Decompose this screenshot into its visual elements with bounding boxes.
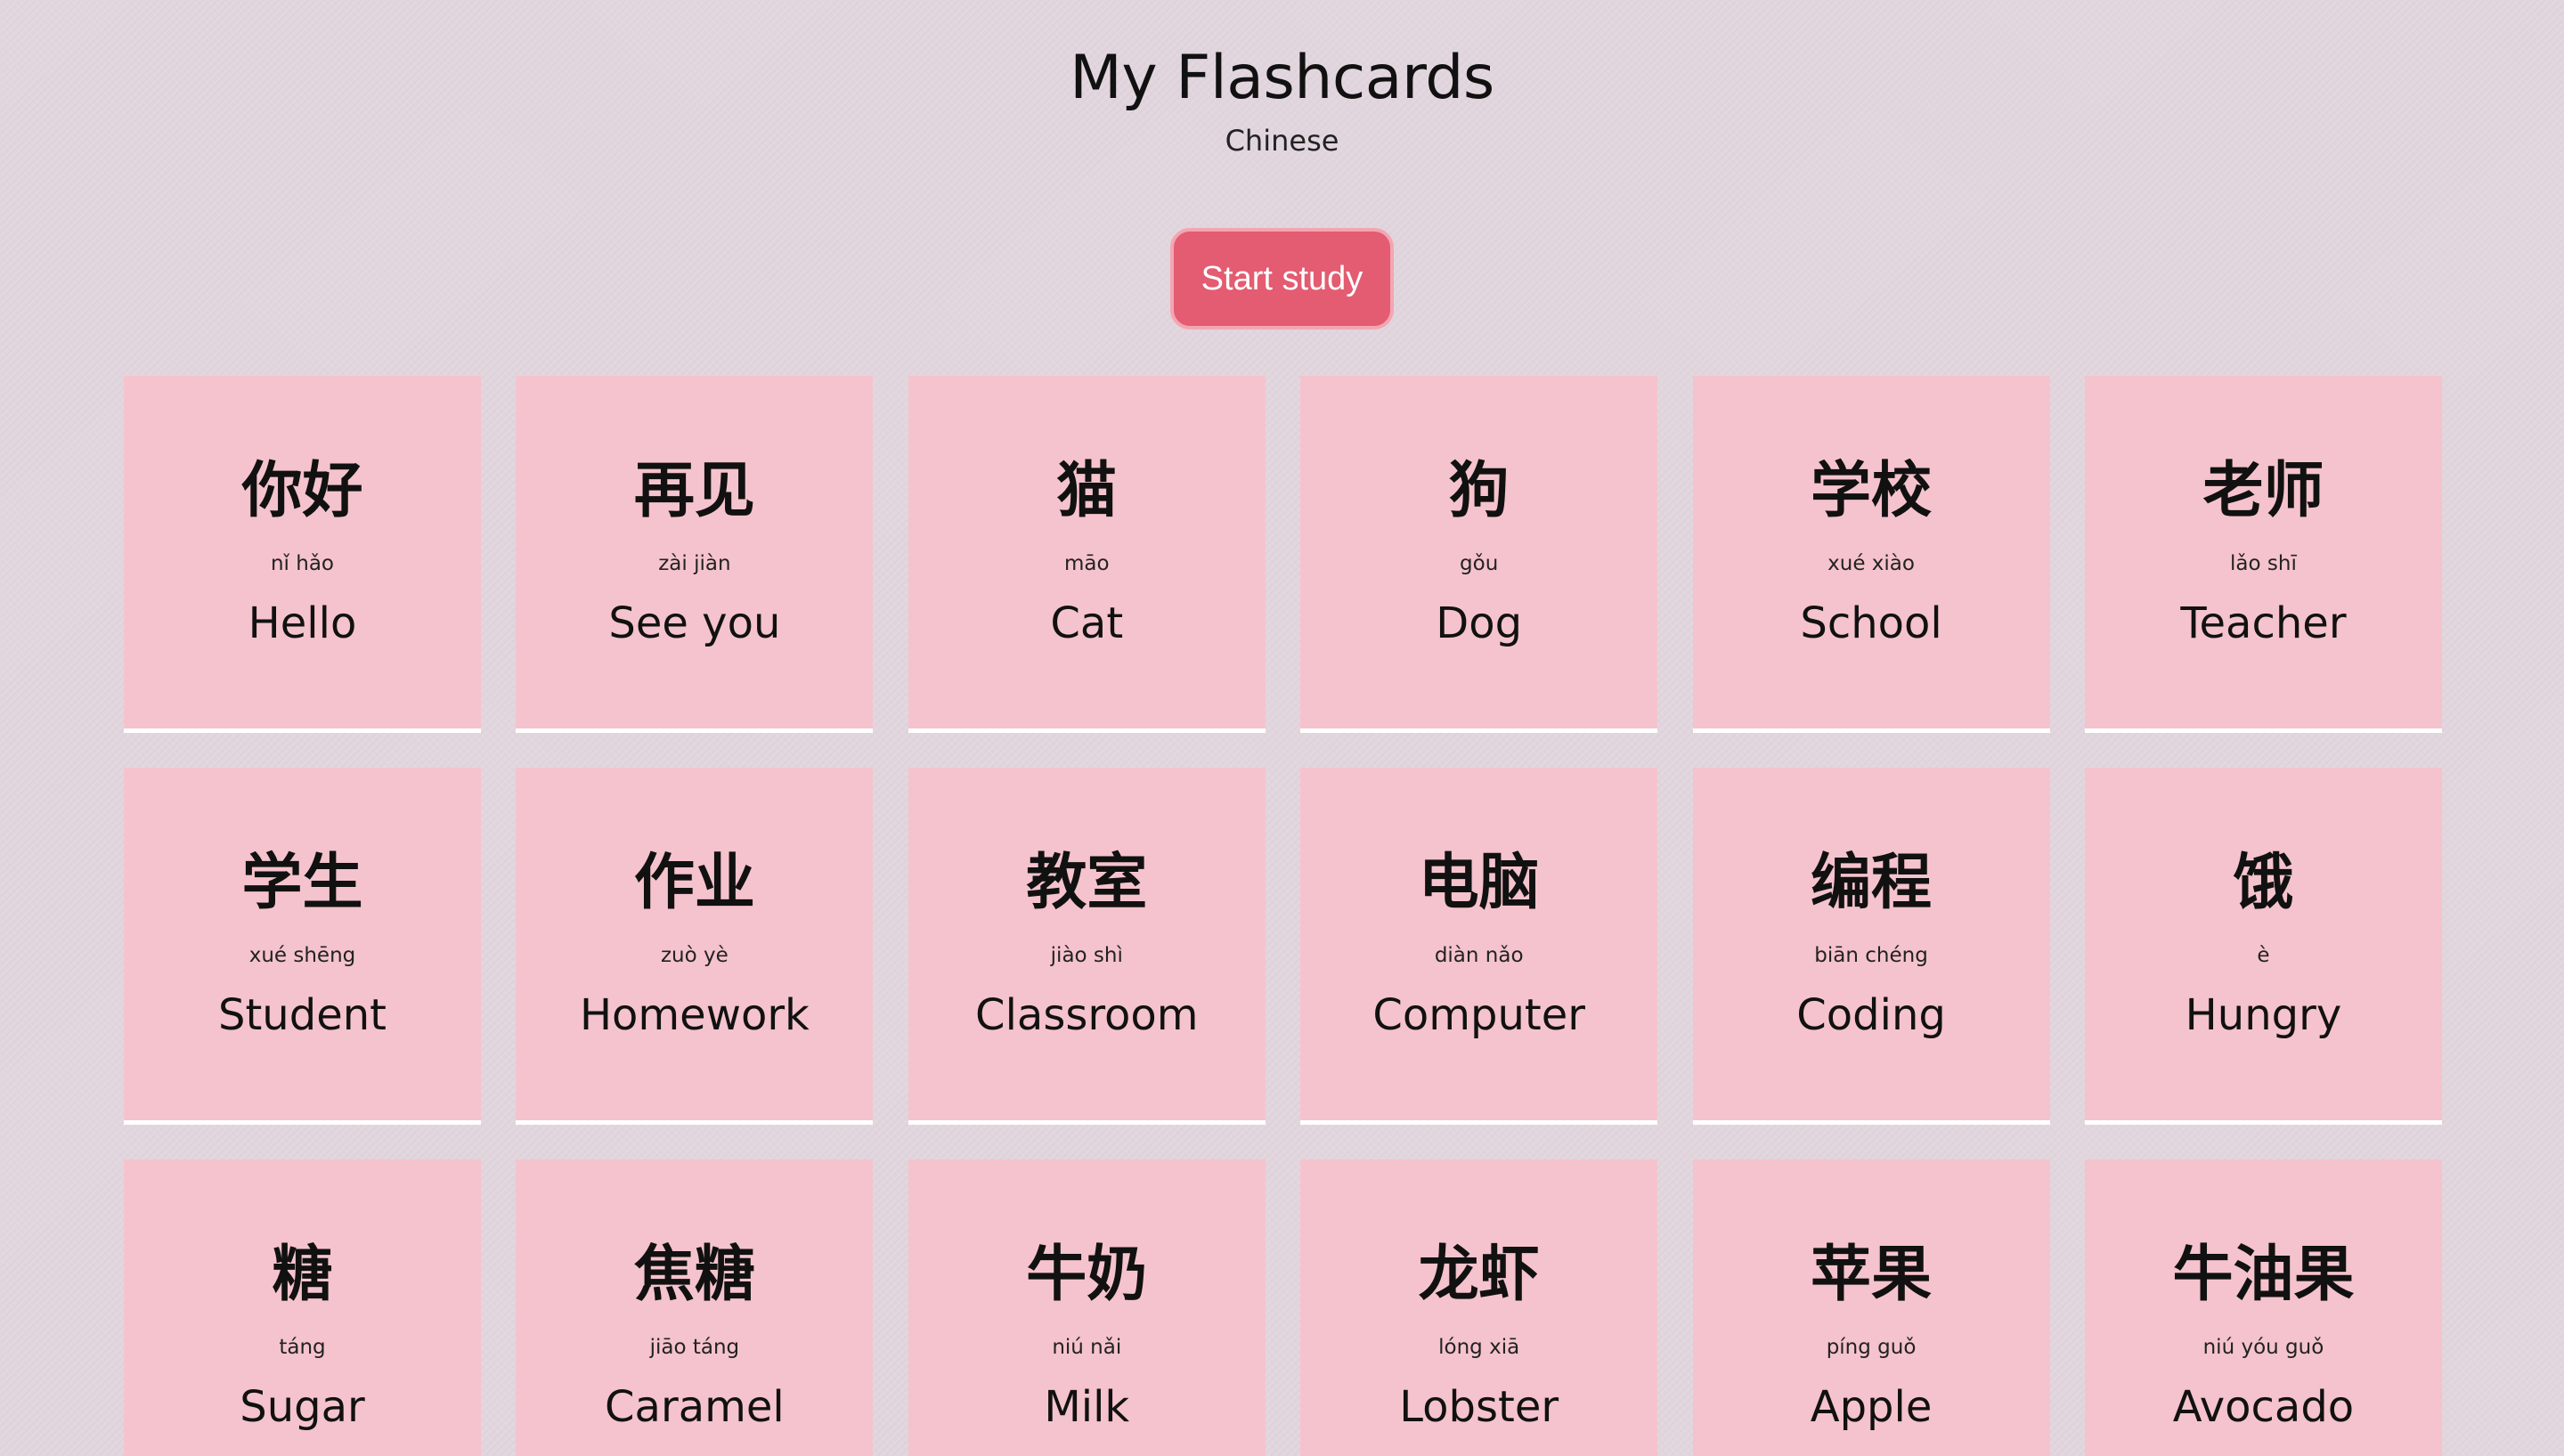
card-english: Milk bbox=[1044, 1382, 1130, 1432]
card-english: Dog bbox=[1436, 598, 1523, 648]
card-hanzi: 龙虾 bbox=[1418, 1240, 1540, 1310]
card-hanzi: 焦糖 bbox=[633, 1240, 755, 1310]
card-english: Cat bbox=[1050, 598, 1124, 648]
flashcard[interactable]: 学校 xué xiào School bbox=[1692, 376, 2050, 733]
card-english: Lobster bbox=[1399, 1382, 1559, 1432]
card-pinyin: è bbox=[2257, 944, 2270, 967]
card-english: Caramel bbox=[605, 1382, 785, 1432]
card-hanzi: 苹果 bbox=[1811, 1240, 1933, 1310]
card-pinyin: táng bbox=[279, 1336, 326, 1359]
card-hanzi: 猫 bbox=[1056, 456, 1118, 526]
card-hanzi: 牛油果 bbox=[2172, 1240, 2355, 1310]
card-pinyin: jiào shì bbox=[1050, 944, 1123, 967]
card-pinyin: píng guǒ bbox=[1826, 1336, 1917, 1359]
card-pinyin: niú yóu guǒ bbox=[2202, 1336, 2324, 1359]
card-hanzi: 狗 bbox=[1448, 456, 1510, 526]
card-pinyin: zài jiàn bbox=[658, 552, 731, 575]
card-hanzi: 教室 bbox=[1026, 848, 1148, 918]
card-pinyin: xué xiào bbox=[1827, 552, 1915, 575]
page-title: My Flashcards bbox=[1070, 43, 1494, 113]
flashcard[interactable]: 牛油果 niú yóu guǒ Avocado bbox=[2084, 1159, 2442, 1456]
page-header: My Flashcards Chinese bbox=[0, 39, 2564, 159]
flashcard[interactable]: 焦糖 jiāo táng Caramel bbox=[516, 1159, 874, 1456]
card-english: Classroom bbox=[975, 990, 1199, 1040]
card-pinyin: nǐ hǎo bbox=[270, 552, 335, 575]
card-english: See you bbox=[608, 598, 781, 648]
card-english: Hello bbox=[248, 598, 357, 648]
card-hanzi: 编程 bbox=[1811, 848, 1933, 918]
flashcard[interactable]: 老师 lǎo shī Teacher bbox=[2084, 376, 2442, 733]
flashcard[interactable]: 糖 táng Sugar bbox=[124, 1159, 481, 1456]
card-english: Sugar bbox=[240, 1382, 365, 1432]
flashcard[interactable]: 你好 nǐ hǎo Hello bbox=[124, 376, 481, 733]
card-hanzi: 电脑 bbox=[1418, 848, 1540, 918]
card-english: Coding bbox=[1796, 990, 1946, 1040]
card-hanzi: 饿 bbox=[2233, 848, 2294, 918]
flashcard[interactable]: 饿 è Hungry bbox=[2084, 768, 2442, 1125]
card-english: Apple bbox=[1810, 1382, 1933, 1432]
flashcard[interactable]: 猫 māo Cat bbox=[908, 376, 1266, 733]
card-hanzi: 老师 bbox=[2202, 456, 2324, 526]
card-pinyin: biān chéng bbox=[1814, 944, 1928, 967]
card-english: Hungry bbox=[2185, 990, 2342, 1040]
card-english: Computer bbox=[1372, 990, 1585, 1040]
card-pinyin: diàn nǎo bbox=[1434, 944, 1524, 967]
card-hanzi: 牛奶 bbox=[1026, 1240, 1148, 1310]
flashcard[interactable]: 龙虾 lóng xiā Lobster bbox=[1300, 1159, 1658, 1456]
flashcard[interactable]: 苹果 píng guǒ Apple bbox=[1692, 1159, 2050, 1456]
flashcard[interactable]: 教室 jiào shì Classroom bbox=[908, 768, 1266, 1125]
flashcard[interactable]: 牛奶 niú nǎi Milk bbox=[908, 1159, 1266, 1456]
card-english: Teacher bbox=[2180, 598, 2347, 648]
card-hanzi: 糖 bbox=[272, 1240, 333, 1310]
card-pinyin: lǎo shī bbox=[2230, 552, 2297, 575]
card-pinyin: niú nǎi bbox=[1052, 1336, 1122, 1359]
start-study-button[interactable]: Start study bbox=[1170, 228, 1394, 329]
card-english: Avocado bbox=[2172, 1382, 2355, 1432]
card-hanzi: 学校 bbox=[1811, 456, 1933, 526]
card-english: Homework bbox=[579, 990, 810, 1040]
flashcard[interactable]: 编程 biān chéng Coding bbox=[1692, 768, 2050, 1125]
flashcard[interactable]: 学生 xué shēng Student bbox=[124, 768, 481, 1125]
card-pinyin: lóng xiā bbox=[1438, 1336, 1520, 1359]
card-hanzi: 再见 bbox=[633, 456, 755, 526]
flashcard[interactable]: 作业 zuò yè Homework bbox=[516, 768, 874, 1125]
flashcard[interactable]: 电脑 diàn nǎo Computer bbox=[1300, 768, 1658, 1125]
flashcard[interactable]: 再见 zài jiàn See you bbox=[516, 376, 874, 733]
card-english: Student bbox=[218, 990, 387, 1040]
card-hanzi: 学生 bbox=[241, 848, 363, 918]
card-pinyin: xué shēng bbox=[248, 944, 356, 967]
flashcard-grid: 你好 nǐ hǎo Hello 再见 zài jiàn See you 猫 mā… bbox=[124, 376, 2442, 1456]
card-pinyin: gǒu bbox=[1460, 552, 1499, 575]
card-pinyin: māo bbox=[1063, 552, 1110, 575]
card-english: School bbox=[1800, 598, 1942, 648]
card-hanzi: 作业 bbox=[633, 848, 755, 918]
deck-language-label: Chinese bbox=[1225, 124, 1339, 158]
card-pinyin: jiāo táng bbox=[649, 1336, 740, 1359]
card-pinyin: zuò yè bbox=[660, 944, 729, 967]
flashcard[interactable]: 狗 gǒu Dog bbox=[1300, 376, 1658, 733]
card-hanzi: 你好 bbox=[241, 456, 363, 526]
